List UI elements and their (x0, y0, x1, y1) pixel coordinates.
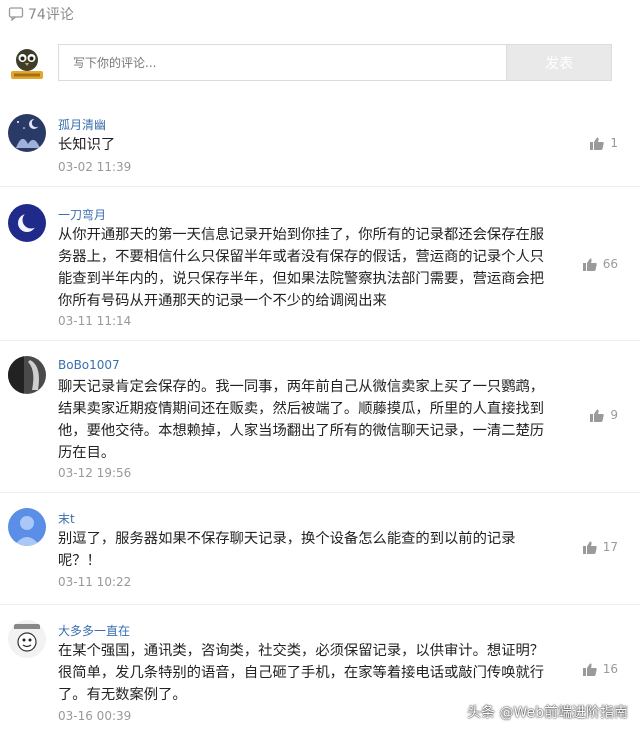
divider (0, 186, 640, 187)
avatar[interactable] (8, 356, 46, 394)
comment-count-label: 74评论 (28, 7, 74, 23)
comment-composer: 发表 (0, 38, 640, 92)
like-button[interactable]: 17 (582, 540, 618, 554)
avatar[interactable] (8, 508, 46, 546)
comment-time: 03-11 10:22 (58, 575, 132, 589)
like-button[interactable]: 1 (590, 136, 618, 150)
like-button[interactable]: 9 (590, 408, 618, 422)
comment-username[interactable]: 末t (58, 510, 75, 527)
comment-time: 03-11 11:14 (58, 314, 132, 328)
comment-text: 别逗了，服务器如果不保存聊天记录，换个设备怎么能查的到以前的记录呢？！ (58, 531, 516, 569)
comment-username[interactable]: BoBo1007 (58, 358, 120, 372)
comment-time: 03-16 00:39 (58, 709, 132, 723)
comment-time: 03-02 11:39 (58, 160, 132, 174)
thumbs-up-icon (590, 409, 605, 422)
comment-text: 从你开通那天的第一天信息记录开始到你挂了，你所有的记录都还会保存在服务器上，不要… (58, 227, 545, 309)
comment-input[interactable] (71, 54, 506, 71)
comment-time: 03-12 19:56 (58, 466, 132, 480)
watermark: 头条 @Web前端进阶指南 (467, 705, 628, 721)
divider (0, 492, 640, 493)
comment-text: 长知识了 (58, 137, 116, 153)
like-button[interactable]: 66 (582, 257, 618, 271)
comment-text: 聊天记录肯定会保存的。我一同事，两年前自己从微信卖家上买了一只鹦鹉，结果卖家近期… (58, 379, 545, 461)
thumbs-up-icon (582, 258, 597, 271)
avatar[interactable] (8, 114, 46, 152)
thumbs-up-icon (582, 663, 597, 676)
avatar[interactable] (8, 620, 46, 658)
current-user-avatar[interactable] (8, 44, 46, 82)
like-count: 16 (602, 662, 618, 676)
like-count: 1 (610, 136, 618, 150)
comment-username[interactable]: 大多多一直在 (58, 622, 130, 639)
divider (0, 340, 640, 341)
comment-text: 在某个强国，通讯类，咨询类，社交类，必须保留记录，以供审计。想证明？很简单，发几… (58, 643, 545, 703)
comment-username[interactable]: 一刀弯月 (58, 206, 106, 223)
like-count: 9 (610, 408, 618, 422)
thumbs-up-icon (582, 541, 597, 554)
comment-username[interactable]: 孤月清幽 (58, 116, 106, 133)
avatar[interactable] (8, 204, 46, 242)
divider (0, 604, 640, 605)
thumbs-up-icon (590, 137, 605, 150)
like-button[interactable]: 16 (582, 662, 618, 676)
comment-icon (8, 7, 24, 22)
comment-count-header: 74评论 (0, 0, 640, 26)
send-button[interactable]: 发表 (506, 44, 612, 81)
comment-input-wrapper (58, 44, 506, 81)
like-count: 17 (602, 540, 618, 554)
like-count: 66 (602, 257, 618, 271)
